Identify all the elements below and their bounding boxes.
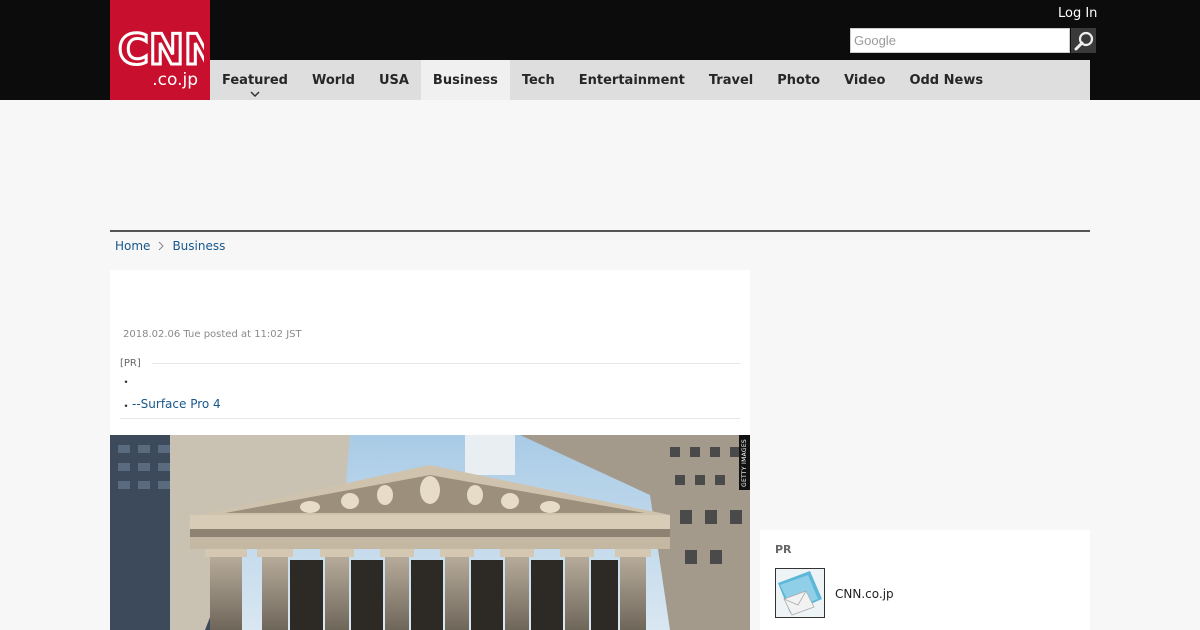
- sidebar-pr-title: PR: [775, 543, 792, 556]
- search-icon: [1074, 31, 1093, 50]
- nav-item-business[interactable]: Business: [420, 60, 510, 100]
- nav-item-tech[interactable]: Tech: [510, 60, 567, 100]
- nav-item-label: Business: [432, 72, 498, 88]
- article-date: 2018.02.06 Tue posted at 11:02 JST: [123, 329, 302, 340]
- main-nav: Featured World USA Business Tech Enterta…: [210, 60, 1090, 100]
- article-card: 2018.02.06 Tue posted at 11:02 JST [PR] …: [110, 270, 750, 630]
- search-button[interactable]: [1071, 28, 1096, 53]
- nav-item-video[interactable]: Video: [832, 60, 897, 100]
- nav-item-label: World: [311, 72, 355, 88]
- pr-label: [PR]: [120, 358, 141, 369]
- nav-item-world[interactable]: World: [300, 60, 367, 100]
- breadcrumb-home-link[interactable]: Home: [115, 239, 150, 253]
- nav-item-photo[interactable]: Photo: [765, 60, 832, 100]
- cnn-logo-mark: CNN: [118, 28, 204, 72]
- photo-credit: GETTY IMAGES: [739, 435, 750, 490]
- nav-item-entertainment[interactable]: Entertainment: [567, 60, 697, 100]
- logo-text: CNN: [118, 28, 204, 72]
- cnn-logo[interactable]: CNN .co.jp: [110, 0, 210, 100]
- nav-item-label: Travel: [708, 72, 754, 88]
- nav-item-label: Featured: [222, 72, 288, 88]
- nav-item-label: Photo: [777, 72, 821, 88]
- nav-item-label: Odd News: [909, 72, 984, 88]
- section-divider: [110, 230, 1090, 232]
- search-input[interactable]: [850, 28, 1070, 53]
- stock-exchange-building-image: [110, 435, 750, 630]
- nav-item-usa[interactable]: USA: [367, 60, 421, 100]
- chevron-down-icon: [250, 91, 260, 97]
- nav-item-label: Entertainment: [578, 72, 685, 88]
- nav-item-odd-news[interactable]: Odd News: [897, 60, 995, 100]
- pr-item-link[interactable]: CNN.co.jp: [835, 587, 894, 601]
- nav-item-label: Tech: [521, 72, 555, 88]
- article-photo: GETTY IMAGES: [110, 435, 750, 630]
- pr-link-surface[interactable]: --Surface Pro 4: [132, 397, 221, 411]
- nav-item-travel[interactable]: Travel: [697, 60, 765, 100]
- sidebar-pr-box: PR CNN.co.jp: [760, 530, 1090, 630]
- chevron-right-icon: [159, 241, 165, 251]
- nav-item-featured[interactable]: Featured: [210, 60, 300, 100]
- tablet-image: [776, 569, 824, 617]
- pr-divider: [152, 363, 740, 364]
- logo-subtext: .co.jp: [152, 70, 198, 90]
- nav-item-label: USA: [378, 72, 409, 88]
- pr-divider-bottom: [120, 418, 740, 419]
- pr-bullet: ・: [120, 399, 133, 413]
- breadcrumb-business-link[interactable]: Business: [172, 239, 225, 253]
- login-link[interactable]: Log In: [1058, 6, 1097, 21]
- pr-thumbnail[interactable]: [775, 568, 825, 618]
- pr-bullet: ・: [120, 375, 133, 389]
- nav-item-label: Video: [844, 72, 886, 88]
- breadcrumb: Home Business: [115, 238, 225, 254]
- search-box: [850, 28, 1096, 53]
